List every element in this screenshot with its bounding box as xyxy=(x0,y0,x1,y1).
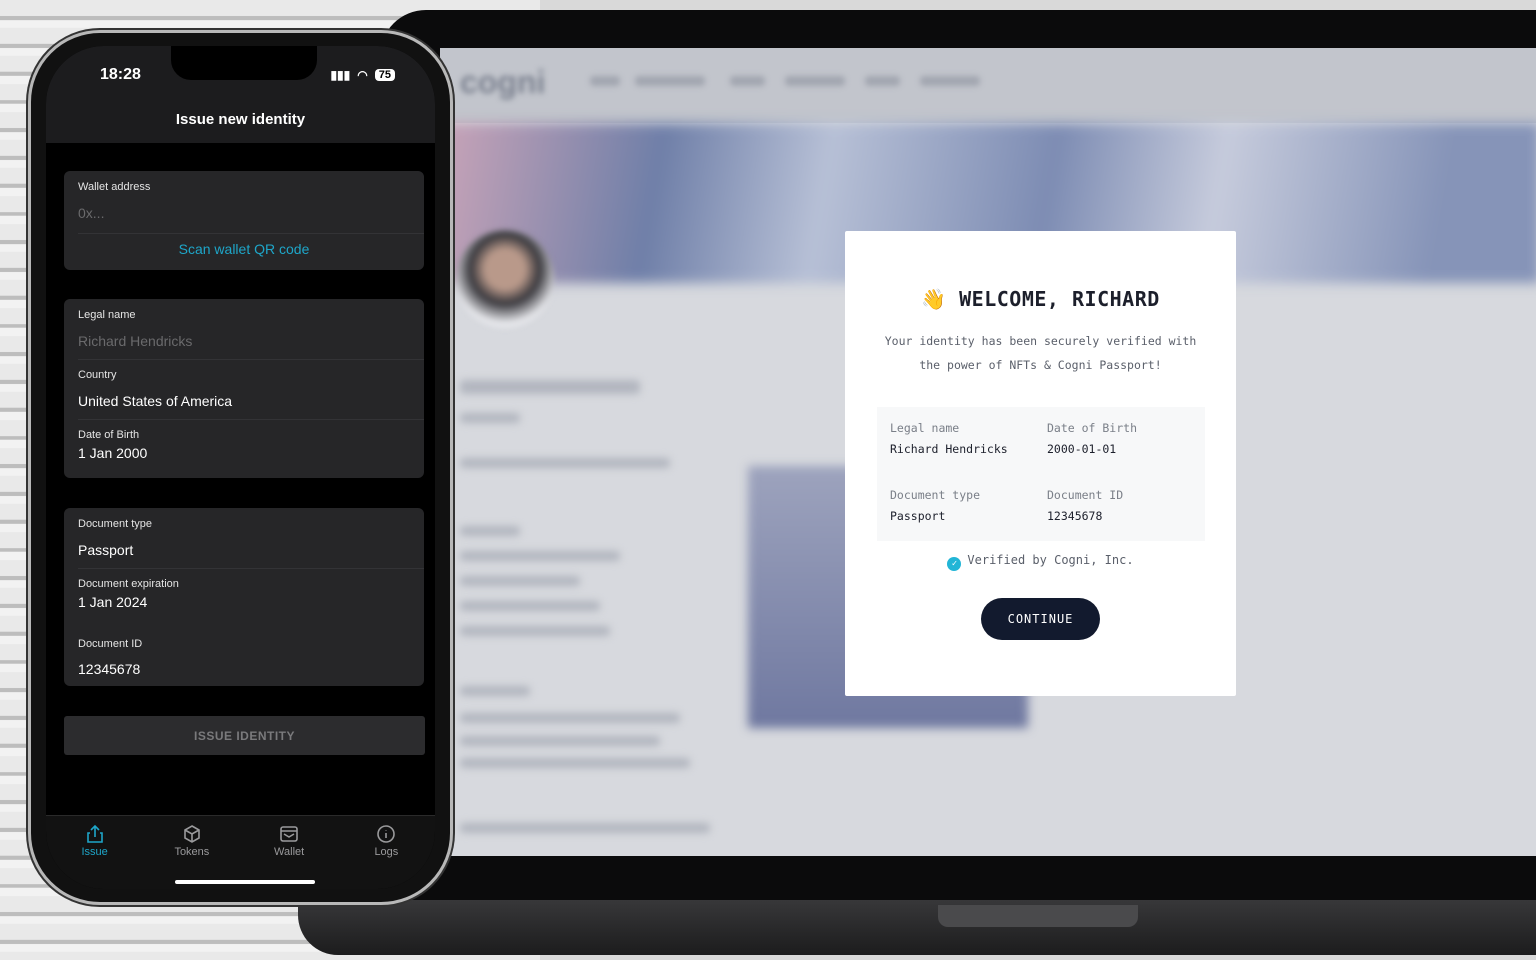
expiration-picker[interactable]: 1 Jan 2024 xyxy=(78,594,147,610)
divider xyxy=(78,419,424,420)
modal-subtitle: Your identity has been securely verified… xyxy=(884,334,1197,372)
identity-details: Legal name Richard Hendricks Date of Birt… xyxy=(877,407,1205,541)
modal-title: 👋 WELCOME, RICHARD xyxy=(921,287,1160,311)
nav-link[interactable] xyxy=(730,76,765,86)
divider xyxy=(78,359,424,360)
blurred-text xyxy=(460,713,680,723)
document-id-label: Document ID xyxy=(78,638,143,650)
tab-logs[interactable]: Logs xyxy=(338,816,435,889)
wallet-icon xyxy=(280,826,298,842)
signal-icon: ▮▮▮ xyxy=(330,68,351,82)
laptop-base xyxy=(298,895,1536,955)
nav-link[interactable] xyxy=(865,76,900,86)
tab-tokens[interactable]: Tokens xyxy=(143,816,240,889)
blurred-text xyxy=(460,758,690,768)
app-header: 18:28 ▮▮▮ ◠ 75 Issue new identity xyxy=(46,46,435,143)
blurred-text xyxy=(460,823,710,833)
status-time: 18:28 xyxy=(100,66,141,83)
blurred-text xyxy=(460,736,660,746)
wallet-card: Wallet address 0x... Scan wallet QR code xyxy=(64,171,424,270)
divider xyxy=(78,568,424,569)
check-circle-icon: ✓ xyxy=(947,557,962,571)
phone-screen: 18:28 ▮▮▮ ◠ 75 Issue new identity Wallet… xyxy=(46,46,435,889)
wallet-address-input[interactable]: 0x... xyxy=(78,205,104,221)
battery-icon: 75 xyxy=(374,69,395,81)
blurred-text xyxy=(460,686,530,696)
detail-dob: Date of Birth 2000-01-01 xyxy=(1047,421,1138,456)
wifi-icon: ◠ xyxy=(357,68,368,82)
personal-card: Legal name Richard Hendricks Country Uni… xyxy=(64,299,424,478)
home-indicator[interactable] xyxy=(175,880,315,884)
document-type-select[interactable]: Passport xyxy=(78,542,133,558)
detail-document-id: Document ID 12345678 xyxy=(1047,488,1124,523)
site-logo[interactable]: cogni xyxy=(460,64,545,101)
detail-legal-name: Legal name Richard Hendricks xyxy=(890,421,1008,456)
document-card: Document type Passport Document expirati… xyxy=(64,508,424,686)
issue-identity-button[interactable]: ISSUE IDENTITY xyxy=(64,716,425,755)
tab-issue[interactable]: Issue xyxy=(46,816,143,889)
laptop-notch xyxy=(938,905,1138,927)
blurred-text xyxy=(460,413,520,423)
tab-wallet[interactable]: Wallet xyxy=(241,816,338,889)
cube-icon xyxy=(184,825,200,843)
document-type-label: Document type xyxy=(78,518,152,530)
avatar xyxy=(456,230,554,328)
blurred-text xyxy=(460,601,600,611)
nav-link[interactable] xyxy=(785,76,845,86)
share-icon xyxy=(86,824,103,843)
detail-document-type: Document type Passport xyxy=(890,488,981,523)
blurred-text xyxy=(460,576,580,586)
expiration-label: Document expiration xyxy=(78,578,179,590)
legal-name-input[interactable]: Richard Hendricks xyxy=(78,333,192,349)
divider xyxy=(78,233,424,234)
scan-qr-link[interactable]: Scan wallet QR code xyxy=(64,241,424,257)
site-navbar: cogni xyxy=(440,48,1536,123)
nav-link[interactable] xyxy=(635,76,705,86)
welcome-modal: 👋 WELCOME, RICHARD Your identity has bee… xyxy=(845,231,1236,696)
country-select[interactable]: United States of America xyxy=(78,393,232,409)
wallet-label: Wallet address xyxy=(78,181,151,193)
blurred-text xyxy=(460,626,610,636)
continue-button[interactable]: CONTINUE xyxy=(981,598,1100,640)
document-id-input[interactable]: 12345678 xyxy=(78,661,140,677)
dob-label: Date of Birth xyxy=(78,429,140,441)
nav-link[interactable] xyxy=(920,76,980,86)
legal-name-label: Legal name xyxy=(78,309,136,321)
tab-bar: Issue Tokens Wallet Logs xyxy=(46,815,435,889)
country-label: Country xyxy=(78,369,117,381)
blurred-text xyxy=(460,551,620,561)
info-icon xyxy=(377,825,396,843)
blurred-text xyxy=(460,380,640,394)
phone: 18:28 ▮▮▮ ◠ 75 Issue new identity Wallet… xyxy=(28,30,453,905)
nav-link[interactable] xyxy=(590,76,620,86)
screen-title: Issue new identity xyxy=(175,111,306,128)
blurred-text xyxy=(460,526,520,536)
blurred-text xyxy=(460,458,670,468)
status-icons: ▮▮▮ ◠ 75 xyxy=(330,68,395,82)
dob-picker[interactable]: 1 Jan 2000 xyxy=(78,445,147,461)
dynamic-island xyxy=(171,46,317,80)
wave-icon: 👋 xyxy=(921,287,947,311)
verified-badge: ✓ Verified by Cogni, Inc. xyxy=(845,553,1236,571)
